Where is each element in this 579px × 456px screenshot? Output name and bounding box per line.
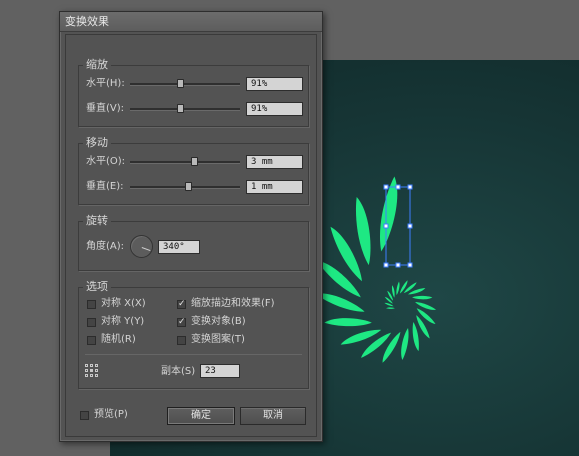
transform-patterns-checkbox[interactable] (177, 336, 186, 345)
reflect-x-label[interactable]: 对称 X(X) (101, 298, 146, 310)
move-horizontal-label: 水平(O): (86, 156, 126, 167)
petal-copy[interactable] (412, 295, 433, 300)
move-vertical-label: 垂直(E): (86, 181, 124, 192)
selection-handle-bm[interactable] (395, 262, 401, 268)
selection-handle-mr[interactable] (407, 223, 413, 229)
petal-copy[interactable] (399, 280, 409, 295)
options-legend: 选项 (83, 280, 111, 294)
transform-effect-dialog: 变换效果 缩放 水平(H): 91% 垂直(V): 91% 移动 水平(O): … (59, 11, 323, 442)
preview-label[interactable]: 预览(P) (94, 409, 128, 421)
selection-handle-ml[interactable] (383, 223, 389, 229)
move-horizontal-slider[interactable] (130, 157, 240, 166)
ok-button[interactable]: 确定 (167, 407, 235, 425)
scale-vertical-input[interactable]: 91% (246, 102, 303, 116)
rotate-angle-row: 角度(A): 340° (86, 235, 306, 258)
scale-horizontal-slider-thumb[interactable] (177, 79, 185, 88)
move-horizontal-input[interactable]: 3 mm (246, 155, 303, 169)
scale-group: 缩放 水平(H): 91% 垂直(V): 91% (78, 58, 309, 127)
options-divider (85, 354, 302, 355)
petal-copy[interactable] (386, 307, 395, 309)
reference-point-icon[interactable] (85, 364, 98, 377)
petal-copy[interactable] (391, 285, 395, 298)
move-vertical-slider-thumb[interactable] (185, 182, 193, 191)
preview-checkbox[interactable] (80, 411, 89, 420)
reflect-y-label[interactable]: 对称 Y(Y) (101, 316, 144, 328)
scale-horizontal-row: 水平(H): 91% (86, 77, 306, 91)
scale-vertical-label: 垂直(V): (86, 103, 125, 114)
selection-handle-tm[interactable] (395, 184, 401, 190)
dialog-titlebar[interactable]: 变换效果 (60, 12, 322, 32)
petal-copy[interactable] (399, 327, 410, 361)
selection-handle-tr[interactable] (407, 184, 413, 190)
scale-legend: 缩放 (83, 58, 111, 72)
petal-copy[interactable] (352, 196, 376, 266)
transform-objects-checkbox[interactable]: ✓ (177, 318, 186, 327)
cancel-button[interactable]: 取消 (240, 407, 306, 425)
reflect-y-checkbox[interactable] (87, 318, 96, 327)
move-horizontal-slider-thumb[interactable] (190, 157, 198, 166)
transform-patterns-label[interactable]: 变换图案(T) (191, 334, 245, 346)
selection-handle-bl[interactable] (383, 262, 389, 268)
dialog-body: 缩放 水平(H): 91% 垂直(V): 91% 移动 水平(O): 3 mm … (65, 34, 317, 437)
petal-copy[interactable] (411, 322, 421, 352)
rotate-angle-input[interactable]: 340° (158, 240, 200, 254)
petal-copy[interactable] (414, 301, 437, 312)
options-group: 选项 对称 X(X) 对称 Y(Y) 随机(R) ✓ 缩放描边和效果(F) ✓ … (78, 280, 309, 389)
scale-strokes-label[interactable]: 缩放描边和效果(F) (191, 298, 275, 310)
angle-dial-icon[interactable] (130, 235, 153, 258)
move-vertical-input[interactable]: 1 mm (246, 180, 303, 194)
petal-copy[interactable] (380, 330, 403, 364)
rotate-legend: 旋转 (83, 214, 111, 228)
move-vertical-slider[interactable] (130, 182, 240, 191)
reflect-x-checkbox[interactable] (87, 300, 96, 309)
move-legend: 移动 (83, 136, 111, 150)
scale-horizontal-input[interactable]: 91% (246, 77, 303, 91)
move-vertical-row: 垂直(E): 1 mm (86, 180, 306, 194)
scale-strokes-checkbox[interactable]: ✓ (177, 300, 186, 309)
copies-input[interactable]: 23 (200, 364, 240, 378)
petal-copy[interactable] (396, 281, 401, 296)
move-group: 移动 水平(O): 3 mm 垂直(E): 1 mm (78, 136, 309, 205)
copies-label: 副本(S) (161, 366, 196, 377)
scale-vertical-slider[interactable] (130, 104, 240, 113)
random-checkbox[interactable] (87, 336, 96, 345)
transform-objects-label[interactable]: 变换对象(B) (191, 316, 246, 328)
scale-vertical-slider-thumb[interactable] (177, 104, 185, 113)
scale-vertical-row: 垂直(V): 91% (86, 102, 306, 116)
selection-handle-br[interactable] (407, 262, 413, 268)
scale-horizontal-slider[interactable] (130, 79, 240, 88)
random-label[interactable]: 随机(R) (101, 334, 136, 346)
rotate-group: 旋转 角度(A): 340° (78, 214, 309, 271)
scale-horizontal-label: 水平(H): (86, 78, 125, 89)
rotate-angle-label: 角度(A): (86, 241, 125, 252)
selection-handle-tl[interactable] (383, 184, 389, 190)
petal-copy[interactable] (324, 318, 372, 327)
move-horizontal-row: 水平(O): 3 mm (86, 155, 306, 169)
